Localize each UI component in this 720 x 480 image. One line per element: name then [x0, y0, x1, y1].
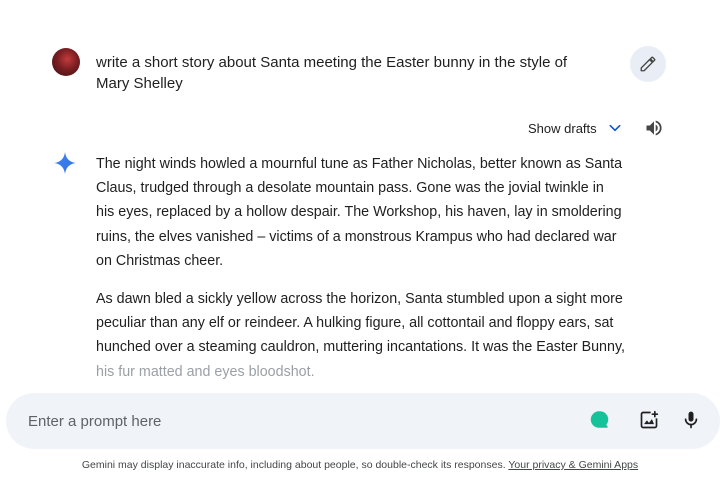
disclaimer-text: Gemini may display inaccurate info, incl…	[81, 459, 506, 471]
response-paragraph-text: As dawn bled a sickly yellow across the …	[96, 291, 626, 356]
add-image-button[interactable]	[638, 409, 660, 431]
show-drafts-label: Show drafts	[528, 120, 597, 136]
response-paragraph: The night winds howled a mournful tune a…	[96, 156, 623, 269]
grammarly-button[interactable]	[588, 409, 610, 431]
microphone-button[interactable]	[680, 409, 702, 431]
user-prompt-text: write a short story about Santa meeting …	[96, 54, 568, 92]
edit-prompt-button[interactable]	[630, 46, 666, 82]
privacy-link[interactable]: Your privacy & Gemini Apps	[508, 459, 638, 471]
pencil-icon	[640, 56, 656, 72]
prompt-bar	[6, 393, 720, 449]
response-text: The night winds howled a mournful tune a…	[96, 152, 626, 398]
prompt-input[interactable]	[28, 411, 568, 431]
gemini-sparkle-icon	[54, 152, 76, 174]
microphone-icon	[684, 411, 698, 429]
add-image-icon	[640, 410, 659, 429]
user-avatar[interactable]	[52, 48, 80, 76]
grammarly-icon	[590, 411, 609, 428]
response-faded-line: his fur matted and eyes bloodshot.	[96, 363, 315, 380]
chevron-down-icon	[609, 124, 621, 132]
read-aloud-button[interactable]	[642, 116, 666, 140]
response-paragraph: As dawn bled a sickly yellow across the …	[96, 287, 626, 384]
show-drafts-button[interactable]: Show drafts	[528, 118, 623, 138]
speaker-icon	[646, 120, 662, 136]
disclaimer: Gemini may display inaccurate info, incl…	[0, 459, 720, 471]
